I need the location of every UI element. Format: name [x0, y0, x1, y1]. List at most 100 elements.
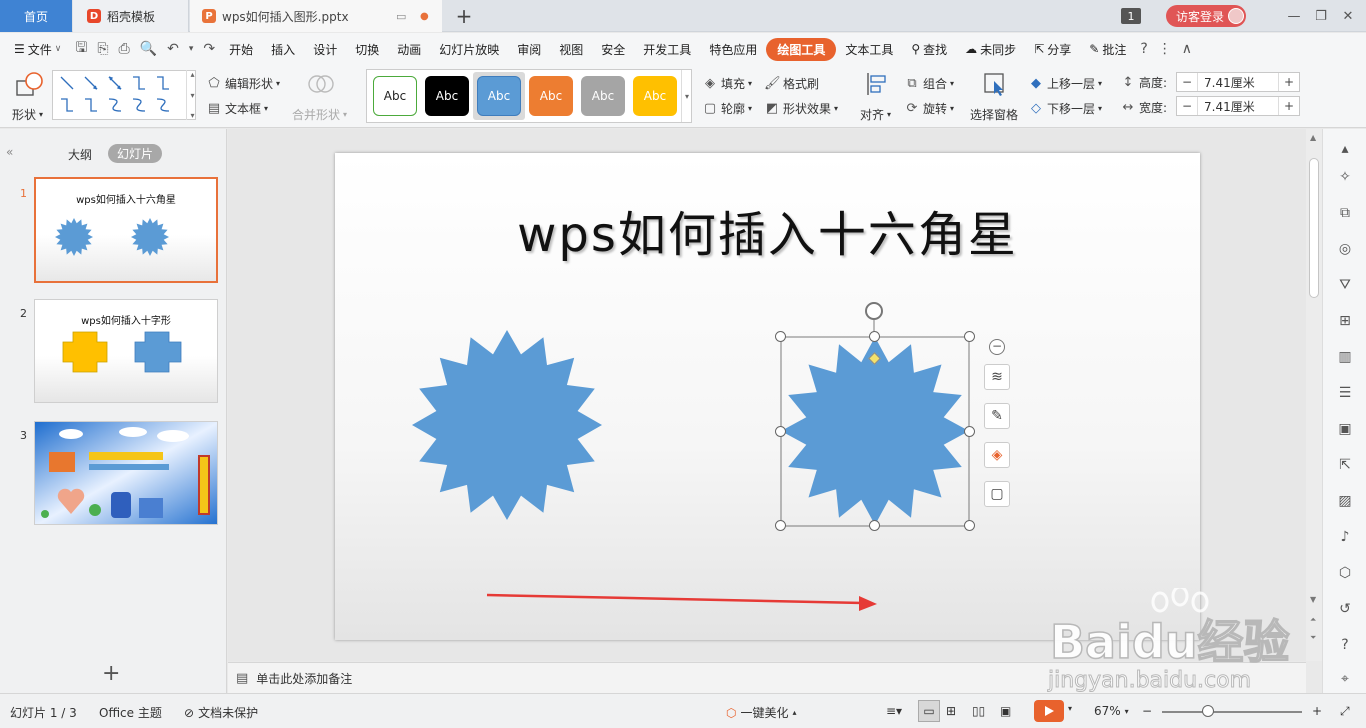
rotate-handle-icon[interactable] [865, 302, 883, 320]
collapse-panel-icon[interactable]: « [6, 145, 13, 159]
resize-handle-bottom-right[interactable] [964, 520, 975, 531]
height-increase-button[interactable]: + [1279, 75, 1299, 89]
export-icon[interactable]: ⎘ [92, 41, 113, 57]
share-button[interactable]: ⇱ 分享 [1025, 41, 1080, 58]
width-field[interactable]: − 7.41厘米 + [1176, 96, 1300, 116]
search-button[interactable]: ⚲ 查找 [902, 41, 956, 58]
add-slide-button[interactable]: + [102, 661, 120, 686]
menu-view[interactable]: 视图 [550, 41, 592, 58]
selection-pane-button[interactable]: 选择窗格 [968, 71, 1022, 123]
textbox-button[interactable]: ▤ 文本框 ▾ [206, 100, 268, 117]
height-field[interactable]: − 7.41厘米 + [1176, 72, 1300, 92]
image-icon[interactable]: ▨ [1335, 491, 1355, 511]
pin-icon[interactable]: ✧ [1335, 167, 1355, 187]
resize-handle-top-left[interactable] [775, 331, 786, 342]
grid-icon[interactable]: ⊞ [1335, 311, 1355, 331]
gallery-scroll[interactable]: ▴ ▾ ▾ [186, 70, 198, 120]
more-icon[interactable]: ⋮ [1153, 41, 1177, 57]
shape-effect-button[interactable]: ◩ 形状效果 ▾ [764, 100, 838, 117]
style-option-5[interactable]: Abc [581, 76, 625, 116]
export-share-icon[interactable]: ⇱ [1335, 455, 1355, 475]
resize-handle-right[interactable] [964, 426, 975, 437]
bring-forward-button[interactable]: ◆ 上移一层 ▾ [1028, 75, 1102, 92]
restore-icon[interactable]: ❐ [1311, 6, 1331, 26]
zoom-out-icon[interactable]: − [1142, 704, 1152, 718]
outline-tab[interactable]: 大纲 [68, 146, 92, 163]
menu-start[interactable]: 开始 [220, 41, 262, 58]
normal-view-icon[interactable]: ▭ [918, 700, 940, 722]
send-backward-button[interactable]: ◇ 下移一层 ▾ [1028, 100, 1102, 117]
sixteen-point-star-right[interactable] [781, 337, 969, 525]
style-option-3[interactable]: Abc [477, 76, 521, 116]
notes-placeholder[interactable]: 单击此处添加备注 [256, 670, 352, 687]
menu-design[interactable]: 设计 [304, 41, 346, 58]
file-menu[interactable]: ☰ 文件 ∨ [0, 41, 70, 58]
sixteen-point-star-left[interactable] [412, 330, 602, 520]
copy-icon[interactable]: ⧉ [1335, 203, 1355, 223]
menu-text-tools[interactable]: 文本工具 [836, 41, 902, 58]
notes-toggle-icon[interactable]: ≡▾ [886, 704, 902, 718]
monitor-icon[interactable]: ▭ [396, 10, 406, 23]
beautify-button[interactable]: ⬡ 一键美化 ▴ [726, 704, 797, 721]
sliders-icon[interactable]: ☰ [1335, 383, 1355, 403]
resize-handle-top[interactable] [869, 331, 880, 342]
fill-button[interactable]: ◈ 填充 ▾ [702, 75, 752, 92]
edit-shape-button[interactable]: ⬠ 编辑形状 ▾ [206, 75, 280, 92]
collapse-ribbon-icon[interactable]: ∧ [1177, 41, 1197, 57]
style-option-6[interactable]: Abc [633, 76, 677, 116]
menu-insert[interactable]: 插入 [262, 41, 304, 58]
outline-button[interactable]: ▢ 轮廓 ▾ [702, 100, 752, 117]
format-painter-button[interactable]: 🖌 格式刷 [764, 75, 819, 92]
resize-handle-top-right[interactable] [964, 331, 975, 342]
undo-icon[interactable]: ↶ [162, 41, 184, 57]
close-icon[interactable]: ✕ [1338, 6, 1358, 26]
sorter-view-icon[interactable]: ⊞ [946, 704, 956, 718]
theme-name[interactable]: Office 主题 [99, 704, 162, 721]
zoom-slider-knob[interactable] [1202, 705, 1214, 717]
comment-button[interactable]: ✎ 批注 [1080, 41, 1135, 58]
width-increase-button[interactable]: + [1279, 99, 1299, 113]
sync-button[interactable]: ☁ 未同步 [956, 41, 1025, 58]
menu-features[interactable]: 特色应用 [700, 41, 766, 58]
new-tab-button[interactable]: + [452, 4, 476, 28]
outline-tool-icon[interactable]: ▢ [984, 481, 1010, 507]
layers-tool-icon[interactable]: ≋ [984, 364, 1010, 390]
scrollbar-thumb[interactable] [1309, 158, 1319, 298]
fill-icon[interactable]: ⛛ [1335, 275, 1355, 295]
merge-shape-button[interactable]: 合并形状 ▾ [292, 71, 354, 123]
undo-dropdown-icon[interactable]: ▾ [184, 44, 199, 54]
style-option-2[interactable]: Abc [425, 76, 469, 116]
slide[interactable]: wps如何插入十六角星 − ≋ ✎ ◈ ▢ [335, 153, 1200, 640]
line-shape-gallery[interactable] [52, 70, 196, 120]
style-option-1[interactable]: Abc [373, 76, 417, 116]
style-gallery-more-icon[interactable]: ▾ [681, 70, 692, 122]
save-icon[interactable]: 🖫 [70, 37, 92, 61]
help-icon[interactable]: ? [1135, 41, 1152, 57]
height-decrease-button[interactable]: − [1177, 75, 1197, 89]
collapse-sidebar-icon[interactable]: ▴ [1335, 139, 1355, 159]
tab-document[interactable]: P wps如何插入图形.pptx ▭ ● [190, 0, 442, 32]
tab-template[interactable]: D 稻壳模板 [73, 0, 189, 32]
zoom-in-icon[interactable]: + [1312, 704, 1322, 718]
menu-drawing-tools[interactable]: 绘图工具 [766, 37, 837, 61]
document-icon[interactable]: ▣ [1335, 419, 1355, 439]
resize-handle-left[interactable] [775, 426, 786, 437]
reading-view-icon[interactable]: ▯▯ [972, 704, 985, 718]
zoom-slider[interactable] [1162, 711, 1302, 713]
menu-transition[interactable]: 切换 [346, 41, 388, 58]
shapes-icon[interactable]: ◎ [1335, 239, 1355, 259]
window-count-badge[interactable]: 1 [1121, 8, 1141, 24]
style-option-4[interactable]: Abc [529, 76, 573, 116]
shape-button[interactable]: 形状 ▾ [10, 71, 48, 123]
bar-chart-icon[interactable]: ▥ [1335, 347, 1355, 367]
collapse-tools-icon[interactable]: − [989, 339, 1005, 355]
fit-window-icon[interactable]: ⤢ [1340, 704, 1350, 719]
pen-tool-icon[interactable]: ✎ [984, 403, 1010, 429]
menu-review[interactable]: 审阅 [508, 41, 550, 58]
preview-icon[interactable]: 🔍 [135, 41, 162, 57]
scroll-up-icon[interactable]: ▲ [1310, 133, 1316, 142]
minimize-icon[interactable]: — [1284, 6, 1304, 26]
width-value[interactable]: 7.41厘米 [1197, 97, 1279, 115]
presenter-view-icon[interactable]: ▣ [1000, 704, 1011, 718]
height-value[interactable]: 7.41厘米 [1197, 73, 1279, 91]
